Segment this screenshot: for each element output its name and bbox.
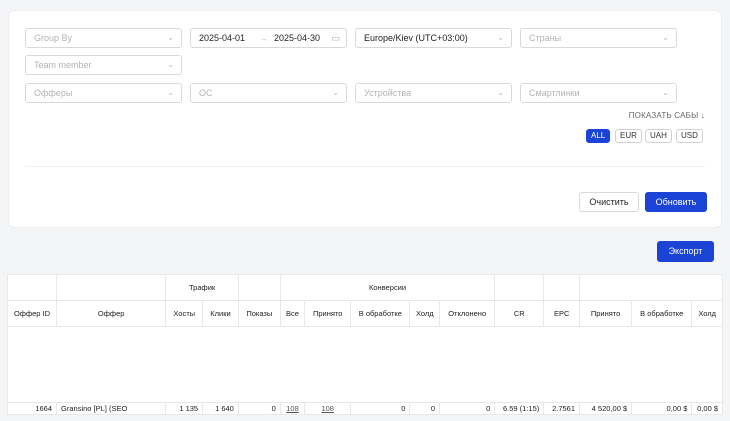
- calendar-icon: ▭: [331, 33, 340, 43]
- chevron-down-icon: ⌄: [497, 33, 504, 42]
- refresh-button[interactable]: Обновить: [645, 192, 707, 212]
- clear-button[interactable]: Очистить: [579, 192, 639, 212]
- table-row[interactable]: 1664 Gransino [PL] (SEO 1 135 1 640 0 10…: [6, 402, 723, 415]
- group-header-conversions: Конверсии: [279, 274, 496, 301]
- team-member-select[interactable]: Team member ⌄: [25, 55, 182, 75]
- show-subs-toggle[interactable]: ПОКАЗАТЬ САБЫ ↓: [629, 111, 705, 120]
- chevron-down-icon: ⌄: [167, 33, 174, 42]
- column-header[interactable]: Оффер ID: [6, 300, 58, 327]
- column-header[interactable]: Принято: [304, 300, 352, 327]
- smartlinks-select[interactable]: Смартлинки ⌄: [520, 83, 677, 103]
- currency-eur-button[interactable]: EUR: [615, 129, 642, 143]
- chevron-down-icon: ⌄: [497, 88, 504, 97]
- countries-select[interactable]: Страны ⌄: [520, 28, 677, 48]
- currency-all-button[interactable]: ALL: [586, 129, 611, 143]
- column-header[interactable]: Показы: [237, 300, 281, 327]
- table-spacer: [7, 326, 723, 403]
- column-header[interactable]: Отклонено: [439, 300, 496, 327]
- export-button[interactable]: Экспорт: [657, 241, 714, 262]
- column-header[interactable]: Холд: [409, 300, 441, 327]
- header-empty: [579, 274, 723, 301]
- chevron-down-icon: ⌄: [662, 33, 669, 42]
- currency-usd-button[interactable]: USD: [676, 129, 703, 143]
- column-header[interactable]: В обработке: [631, 300, 693, 327]
- offers-select[interactable]: Офферы ⌄: [25, 83, 182, 103]
- filter-panel: Group By ⌄ 2025-04-01 → 2025-04-30 ▭ Euro…: [8, 10, 722, 228]
- column-header[interactable]: Клики: [202, 300, 239, 327]
- divider: [25, 166, 705, 167]
- column-header[interactable]: EPC: [543, 300, 581, 327]
- header-empty: [237, 274, 281, 301]
- header-empty: [494, 274, 545, 301]
- group-by-select[interactable]: Group By ⌄: [25, 28, 182, 48]
- column-header[interactable]: Принято: [579, 300, 633, 327]
- timezone-select[interactable]: Europe/Kiev (UTC+03:00) ⌄: [355, 28, 512, 48]
- column-header[interactable]: Все: [279, 300, 306, 327]
- report-table: Трафик Конверсии Оффер ID Оффер Хосты Кл…: [6, 274, 723, 415]
- column-header[interactable]: Холд: [691, 300, 723, 327]
- column-header[interactable]: Оффер: [56, 300, 167, 327]
- date-range-picker[interactable]: 2025-04-01 → 2025-04-30 ▭: [190, 28, 347, 48]
- group-header-traffic: Трафик: [165, 274, 239, 301]
- column-header[interactable]: Хосты: [165, 300, 204, 327]
- accepted-conversions-link[interactable]: 108: [304, 402, 352, 415]
- all-conversions-link[interactable]: 108: [279, 402, 306, 415]
- chevron-down-icon: ⌄: [662, 88, 669, 97]
- chevron-down-icon: ⌄: [332, 88, 339, 97]
- column-header[interactable]: В обработке: [350, 300, 411, 327]
- chevron-down-icon: ⌄: [167, 60, 174, 69]
- header-empty: [543, 274, 581, 301]
- devices-select[interactable]: Устройства ⌄: [355, 83, 512, 103]
- column-header[interactable]: CR: [494, 300, 545, 327]
- header-empty: [56, 274, 167, 301]
- chevron-down-icon: ⌄: [167, 88, 174, 97]
- header-empty: [6, 274, 58, 301]
- currency-uah-button[interactable]: UAH: [645, 129, 672, 143]
- os-select[interactable]: ОС ⌄: [190, 83, 347, 103]
